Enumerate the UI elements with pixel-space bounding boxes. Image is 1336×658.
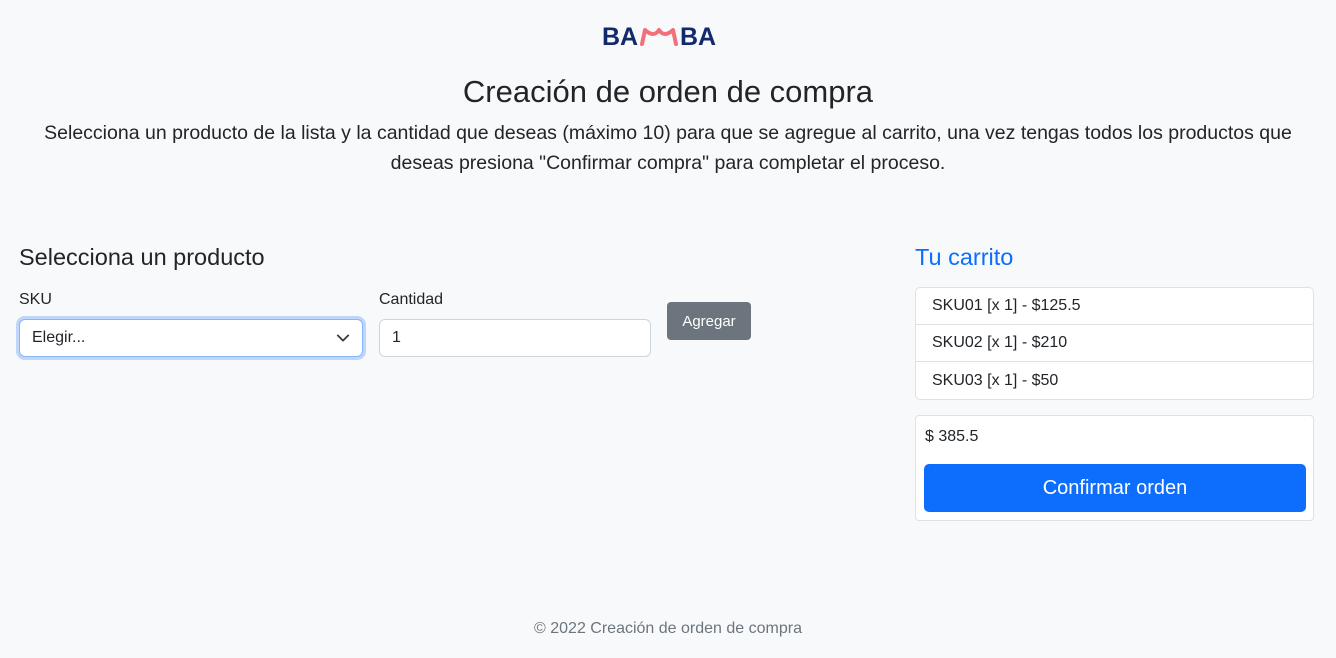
- cart-item: SKU01 [x 1] - $125.5: [916, 288, 1313, 325]
- svg-text:BA: BA: [680, 23, 716, 51]
- cart-list: SKU01 [x 1] - $125.5 SKU02 [x 1] - $210 …: [915, 287, 1314, 400]
- sku-select-value: Elegir...: [32, 329, 86, 346]
- order-summary-card: $ 385.5 Confirmar orden: [915, 415, 1314, 521]
- footer-text: © 2022 Creación de orden de compra: [534, 620, 802, 637]
- cart-item: SKU03 [x 1] - $50: [932, 371, 1059, 389]
- bamba-logo-icon: BA BA: [602, 23, 716, 51]
- chevron-down-icon: [336, 334, 350, 342]
- confirm-order-button[interactable]: Confirmar orden: [924, 464, 1306, 512]
- page-title: Creación de orden de compra: [462, 74, 874, 109]
- quantity-input[interactable]: [379, 319, 651, 357]
- quantity-label: Cantidad: [379, 291, 444, 308]
- page-instructions: Selecciona un producto de la lista y la …: [44, 122, 1292, 174]
- svg-text:BA: BA: [602, 23, 638, 51]
- brand-logo: BA BA: [0, 18, 1336, 52]
- cart-total: $ 385.5: [925, 428, 979, 445]
- product-section-title: Selecciona un producto: [19, 244, 265, 270]
- cart-title: Tu carrito: [915, 244, 1014, 270]
- sku-label: SKU: [19, 291, 52, 308]
- add-button[interactable]: Agregar: [667, 302, 751, 340]
- sku-select[interactable]: Elegir...: [19, 319, 363, 357]
- cart-item: SKU02 [x 1] - $210: [916, 325, 1313, 362]
